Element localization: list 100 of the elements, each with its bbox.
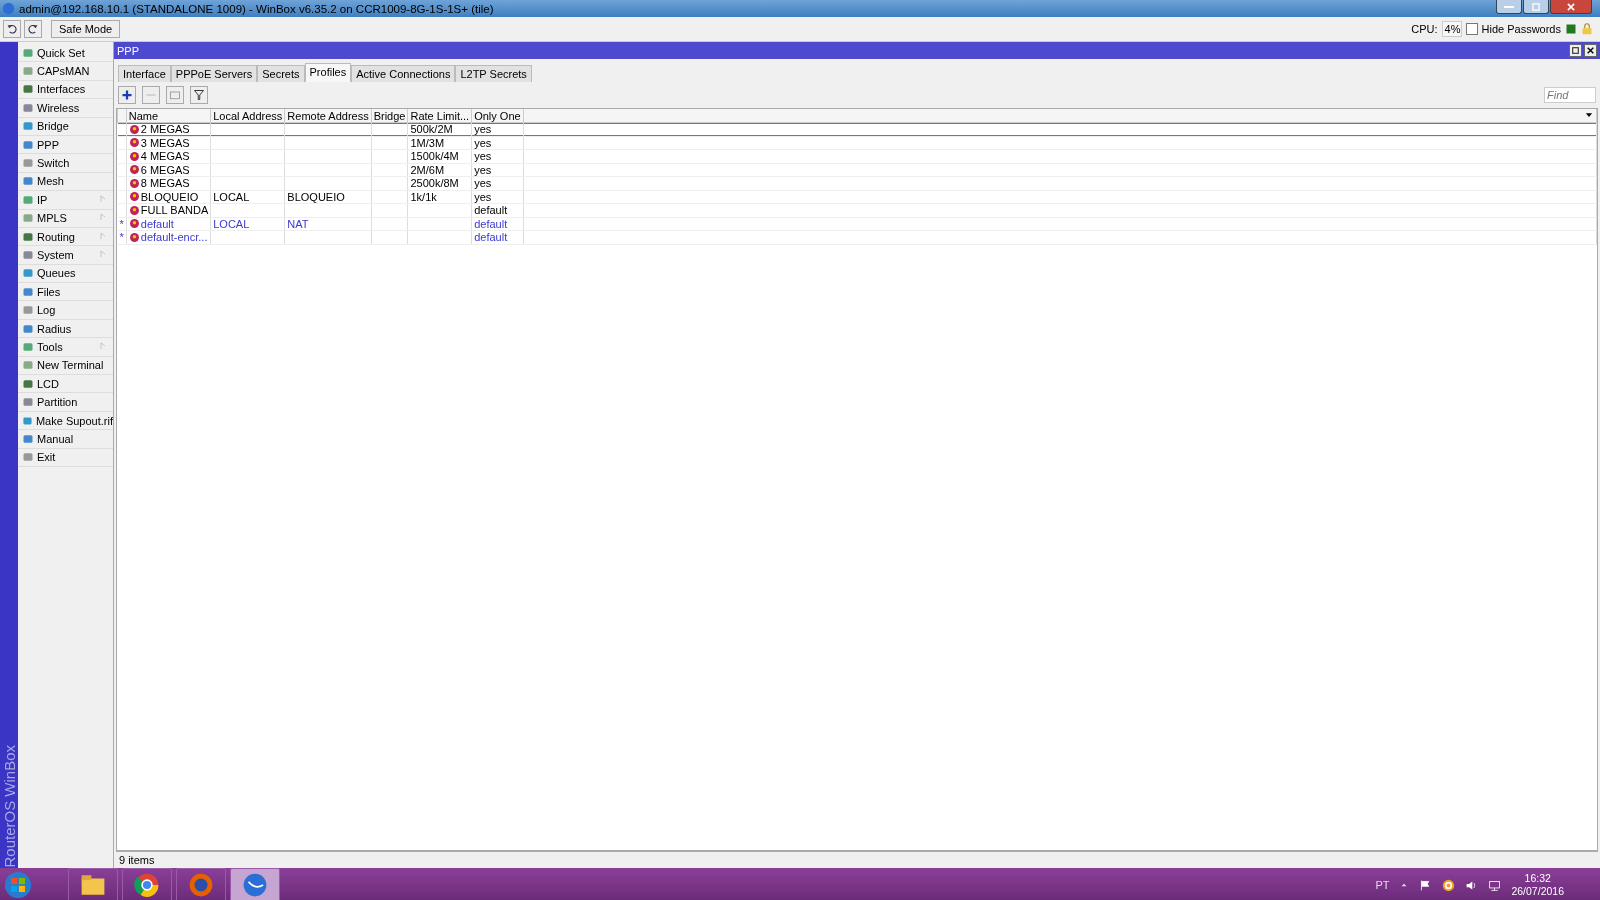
sidebar-item[interactable]: Partition (18, 393, 113, 412)
close-button[interactable] (1550, 0, 1592, 14)
flag-icon (1419, 878, 1433, 892)
sidebar-item[interactable]: IP (18, 191, 113, 210)
table-cell: default (474, 217, 508, 230)
sidebar-item[interactable]: Queues (18, 264, 113, 284)
menu-item-icon (22, 304, 34, 317)
sidebar-item[interactable]: Make Supout.rif (18, 411, 113, 431)
column-header[interactable]: Name (126, 109, 211, 123)
column-header[interactable]: Local Address (210, 109, 285, 123)
table-cell: BLOQUEIO (140, 190, 199, 203)
add-button[interactable] (118, 86, 136, 104)
restore-button[interactable] (1523, 0, 1549, 14)
profile-icon (128, 164, 140, 176)
tab[interactable]: Secrets (257, 65, 305, 82)
tab[interactable]: Profiles (304, 63, 352, 82)
sidebar-item[interactable]: Tools (18, 338, 113, 357)
menu-item-icon (22, 175, 34, 188)
winbox-icon (242, 872, 268, 898)
safe-mode-button[interactable]: Safe Mode (51, 20, 121, 38)
profile-icon (128, 218, 140, 230)
default-marker-text: * (119, 231, 124, 244)
table-cell: yes (474, 163, 492, 176)
restore-icon (1531, 1, 1541, 12)
sidebar-item[interactable]: New Terminal (18, 356, 113, 376)
hide-passwords-checkbox[interactable] (1465, 23, 1478, 35)
sidebar-item[interactable]: Mesh (18, 172, 113, 192)
table-cell: 1k/1k (410, 190, 437, 203)
menu-item-icon (22, 285, 34, 298)
close-icon (1566, 1, 1576, 12)
restore-button[interactable] (1569, 44, 1582, 57)
table-cell: FULL BANDA (140, 204, 209, 217)
taskbar-app[interactable] (122, 868, 172, 900)
column-header[interactable]: Only One (471, 109, 524, 123)
table-cell: yes (474, 190, 492, 203)
table-cell: 1M/3M (410, 136, 445, 149)
cpu-label: CPU: (1411, 23, 1438, 35)
profile-icon (128, 123, 140, 135)
minimize-icon (1504, 5, 1514, 8)
sidebar-item[interactable]: Manual (18, 430, 113, 449)
tab[interactable]: Interface (118, 65, 171, 82)
profile-icon (128, 204, 140, 216)
table-cell: 4 MEGAS (140, 150, 190, 163)
sidebar-item[interactable]: Routing (18, 227, 113, 247)
table-cell: 2M/6M (410, 163, 445, 176)
filter-button[interactable] (190, 86, 208, 104)
sidebar-item[interactable]: CAPsMAN (18, 62, 113, 81)
column-header[interactable]: Rate Limit... (407, 109, 472, 123)
profile-icon (128, 231, 140, 243)
restore-icon (1571, 46, 1580, 55)
winbox-icon (2, 2, 15, 15)
menu-item-icon (22, 340, 34, 353)
sidebar-item[interactable]: Bridge (18, 117, 113, 136)
minimize-button[interactable] (1496, 0, 1522, 14)
menu-item-icon (22, 267, 34, 280)
menu-item-icon (22, 101, 34, 114)
menu-item-icon (22, 46, 34, 59)
note-icon (169, 89, 181, 101)
find-field[interactable]: Find (1544, 87, 1596, 103)
sidebar-item[interactable]: Exit (18, 448, 113, 467)
profile-icon (128, 150, 140, 162)
menu-item-icon (22, 65, 34, 78)
tab[interactable]: PPPoE Servers (170, 65, 258, 82)
sidebar-item[interactable]: PPP (18, 135, 113, 155)
menu-item-icon (22, 377, 34, 390)
menu-item-icon (22, 249, 34, 261)
close-button[interactable] (1584, 44, 1597, 57)
sidebar-item[interactable]: MPLS (18, 209, 113, 228)
profile-icon (128, 191, 140, 203)
column-header[interactable]: Remote Address (284, 109, 372, 123)
undo-button[interactable] (3, 20, 21, 38)
table-cell: 8 MEGAS (140, 177, 190, 190)
sidebar-item[interactable]: Radius (18, 319, 113, 339)
clock[interactable]: 16:32 26/07/2016 (1511, 872, 1564, 898)
sidebar-item[interactable]: Wireless (18, 99, 113, 118)
sidebar-item[interactable]: System (18, 246, 113, 265)
sidebar-item[interactable]: Interfaces (18, 80, 113, 100)
redo-icon (27, 23, 39, 35)
folder-icon (80, 872, 106, 898)
redo-button[interactable] (24, 20, 42, 38)
window-title: admin@192.168.10.1 (STANDALONE 1009) - WinBox v6.35.2 on CCR1009-8G-1S-1S+ (tile) (19, 2, 494, 15)
cpu-value: 4% (1441, 21, 1462, 37)
undo-icon (6, 23, 18, 35)
tab[interactable]: Active Connections (351, 65, 456, 82)
menu-item-icon (22, 230, 34, 243)
sidebar-item[interactable]: Quick Set (18, 44, 113, 63)
sidebar-item[interactable]: LCD (18, 375, 113, 394)
browser-icon (134, 872, 160, 898)
tab[interactable]: L2TP Secrets (455, 65, 532, 82)
sidebar-item[interactable]: Files (18, 283, 113, 302)
default-marker-text: * (119, 217, 124, 230)
table-cell: 2500k/8M (410, 177, 459, 190)
table-cell: yes (474, 123, 492, 136)
ppp-window-title: PPP (117, 44, 139, 57)
sidebar-item[interactable]: Switch (18, 154, 113, 173)
column-header[interactable]: Bridge (371, 109, 408, 123)
taskbar-app[interactable] (68, 868, 118, 900)
sidebar-item[interactable]: Log (18, 301, 113, 320)
language-indicator[interactable]: PT (1375, 879, 1390, 891)
hide-passwords-label: Hide Passwords (1481, 23, 1561, 35)
